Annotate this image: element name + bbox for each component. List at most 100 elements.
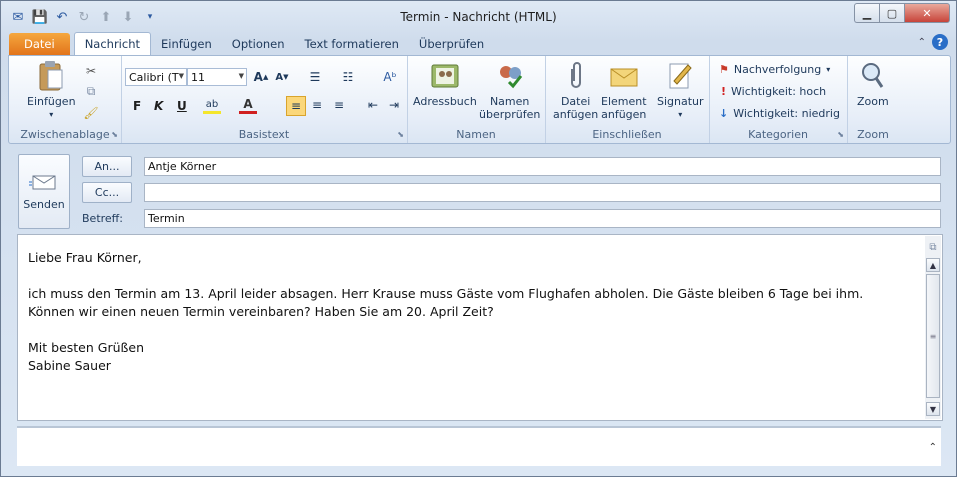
font-color-icon[interactable]: A [239,97,257,114]
check-names-icon [495,61,525,91]
attach-item-label-2: anfügen [601,108,647,121]
scroll-up-button[interactable]: ▲ [926,258,940,272]
signature-button[interactable]: Signatur ▾ [657,61,704,121]
highlight-icon[interactable]: ab [203,97,221,114]
attach-item-button[interactable]: Element anfügen [601,61,647,121]
message-body[interactable]: Liebe Frau Körner, ich muss den Termin a… [17,234,943,421]
increase-indent-icon[interactable]: ⇥ [385,96,403,114]
follow-up-button[interactable]: ⚑ Nachverfolgung ▾ [719,63,830,76]
tab-message[interactable]: Nachricht [73,32,151,55]
body-signature: Sabine Sauer [28,358,111,373]
ruler-toggle-icon[interactable]: ⧉ [926,240,940,254]
shrink-font-icon[interactable]: A ▼ [273,68,291,86]
check-names-label-2: überprüfen [479,108,541,121]
zoom-button[interactable]: Zoom [857,61,889,108]
body-paragraph: ich muss den Termin am 13. April leider … [28,286,864,319]
bold-button[interactable]: F [133,99,141,113]
check-names-label-1: Namen [489,95,530,108]
subject-field[interactable]: Termin [144,209,941,228]
group-basic-text: Calibri (T ▼ 11 ▼ A ▲ A ▼ ☰ ☷ Aᵇ F K U ab A … [121,56,408,143]
magnifier-icon [858,61,888,91]
to-button[interactable]: An... [82,156,132,177]
expand-people-pane-icon[interactable]: ⌃ [929,442,937,453]
font-size-value: 11 [191,70,205,84]
people-pane: ⌃ [17,426,941,466]
group-label-basic-text: Basistext [238,128,290,141]
ribbon: Einfügen ▾ ✂ ⧉ 🖌 Zwischenablage ⬊ Calibr… [8,55,951,144]
scroll-down-button[interactable]: ▼ [926,402,940,416]
align-left-icon[interactable]: ≡ [286,96,306,116]
vertical-scrollbar[interactable]: ⧉ ▲ ≡ ▼ [925,236,941,419]
dialog-launcher-icon[interactable]: ⬊ [111,130,118,139]
dialog-launcher-icon[interactable]: ⬊ [397,130,404,139]
bullets-icon[interactable]: ☰ [306,68,324,86]
clear-formatting-icon[interactable]: Aᵇ [381,68,399,86]
cc-field[interactable] [144,183,941,202]
close-button[interactable]: ✕ [904,3,950,23]
tab-insert[interactable]: Einfügen [151,33,222,55]
collapse-ribbon-icon[interactable]: ⌃ [918,37,926,48]
minimize-button[interactable]: ▁ [854,3,879,23]
message-body-text: Liebe Frau Körner, ich muss den Termin a… [28,249,908,375]
italic-button[interactable]: K [154,99,163,113]
window-controls: ▁ ▢ ✕ [854,3,950,23]
group-label-include: Einschließen [592,128,662,141]
low-importance-button[interactable]: ↓ Wichtigkeit: niedrig [719,107,840,120]
chevron-down-icon: ▾ [826,65,831,74]
align-right-icon[interactable]: ≡ [330,96,348,114]
decrease-indent-icon[interactable]: ⇤ [364,96,382,114]
window-title: Termin - Nachricht (HTML) [400,10,557,24]
subject-label: Betreff: [82,212,123,225]
ribbon-tab-icons: ⌃ ? [918,34,948,50]
high-importance-button[interactable]: ! Wichtigkeit: hoch [721,85,826,98]
dialog-launcher-icon[interactable]: ⬊ [837,130,844,139]
cc-button[interactable]: Cc... [82,182,132,203]
body-greeting: Liebe Frau Körner, [28,250,142,265]
address-book-label: Adressbuch [413,95,477,108]
paste-button[interactable]: Einfügen ▾ [27,61,76,121]
paste-icon [36,61,66,91]
tab-review[interactable]: Überprüfen [409,33,494,55]
address-book-icon [430,61,460,91]
group-tags: ⚑ Nachverfolgung ▾ ! Wichtigkeit: hoch ↓… [709,56,848,143]
group-clipboard: Einfügen ▾ ✂ ⧉ 🖌 Zwischenablage ⬊ [9,56,122,143]
cut-icon[interactable]: ✂ [82,62,100,80]
tab-format-text[interactable]: Text formatieren [295,33,409,55]
attach-file-label-2: anfügen [553,108,599,121]
tab-options[interactable]: Optionen [222,33,295,55]
maximize-button[interactable]: ▢ [879,3,904,23]
scroll-thumb[interactable]: ≡ [926,274,940,398]
grow-font-icon[interactable]: A ▲ [252,68,270,86]
chevron-down-icon: ▼ [178,72,184,80]
group-label-clipboard: Zwischenablage [20,128,110,141]
numbering-icon[interactable]: ☷ [339,68,357,86]
high-importance-label: Wichtigkeit: hoch [731,85,827,98]
copy-icon[interactable]: ⧉ [82,82,100,100]
help-icon[interactable]: ? [932,34,948,50]
group-include: Datei anfügen Element anfügen Signatur ▾… [545,56,710,143]
attach-file-button[interactable]: Datei anfügen [553,61,598,121]
group-names: Adressbuch Namen überprüfen Namen [407,56,546,143]
message-header: Senden An... Cc... Betreff: Antje Körner… [16,151,942,231]
format-painter-icon[interactable]: 🖌 [82,104,100,122]
font-name-combo[interactable]: Calibri (T ▼ [125,68,187,86]
font-size-combo[interactable]: 11 ▼ [187,68,247,86]
tab-file[interactable]: Datei [9,33,70,55]
send-button[interactable]: Senden [18,154,70,229]
attach-file-label-1: Datei [560,95,591,108]
font-name-value: Calibri (T [129,70,179,84]
align-center-icon[interactable]: ≡ [308,96,326,114]
check-names-button[interactable]: Namen überprüfen [479,61,540,121]
to-field[interactable]: Antje Körner [144,157,941,176]
chevron-down-icon: ▼ [238,72,244,80]
address-book-button[interactable]: Adressbuch [413,61,477,108]
down-arrow-icon: ↓ [719,107,729,120]
paste-label: Einfügen [27,95,76,108]
send-icon [29,175,56,190]
flag-icon: ⚑ [719,63,729,76]
signature-dropdown-icon: ▾ [678,110,683,119]
group-label-zoom: Zoom [857,128,889,141]
group-zoom: Zoom Zoom [847,56,899,143]
signature-label: Signatur [657,95,704,108]
underline-button[interactable]: U [177,99,187,113]
